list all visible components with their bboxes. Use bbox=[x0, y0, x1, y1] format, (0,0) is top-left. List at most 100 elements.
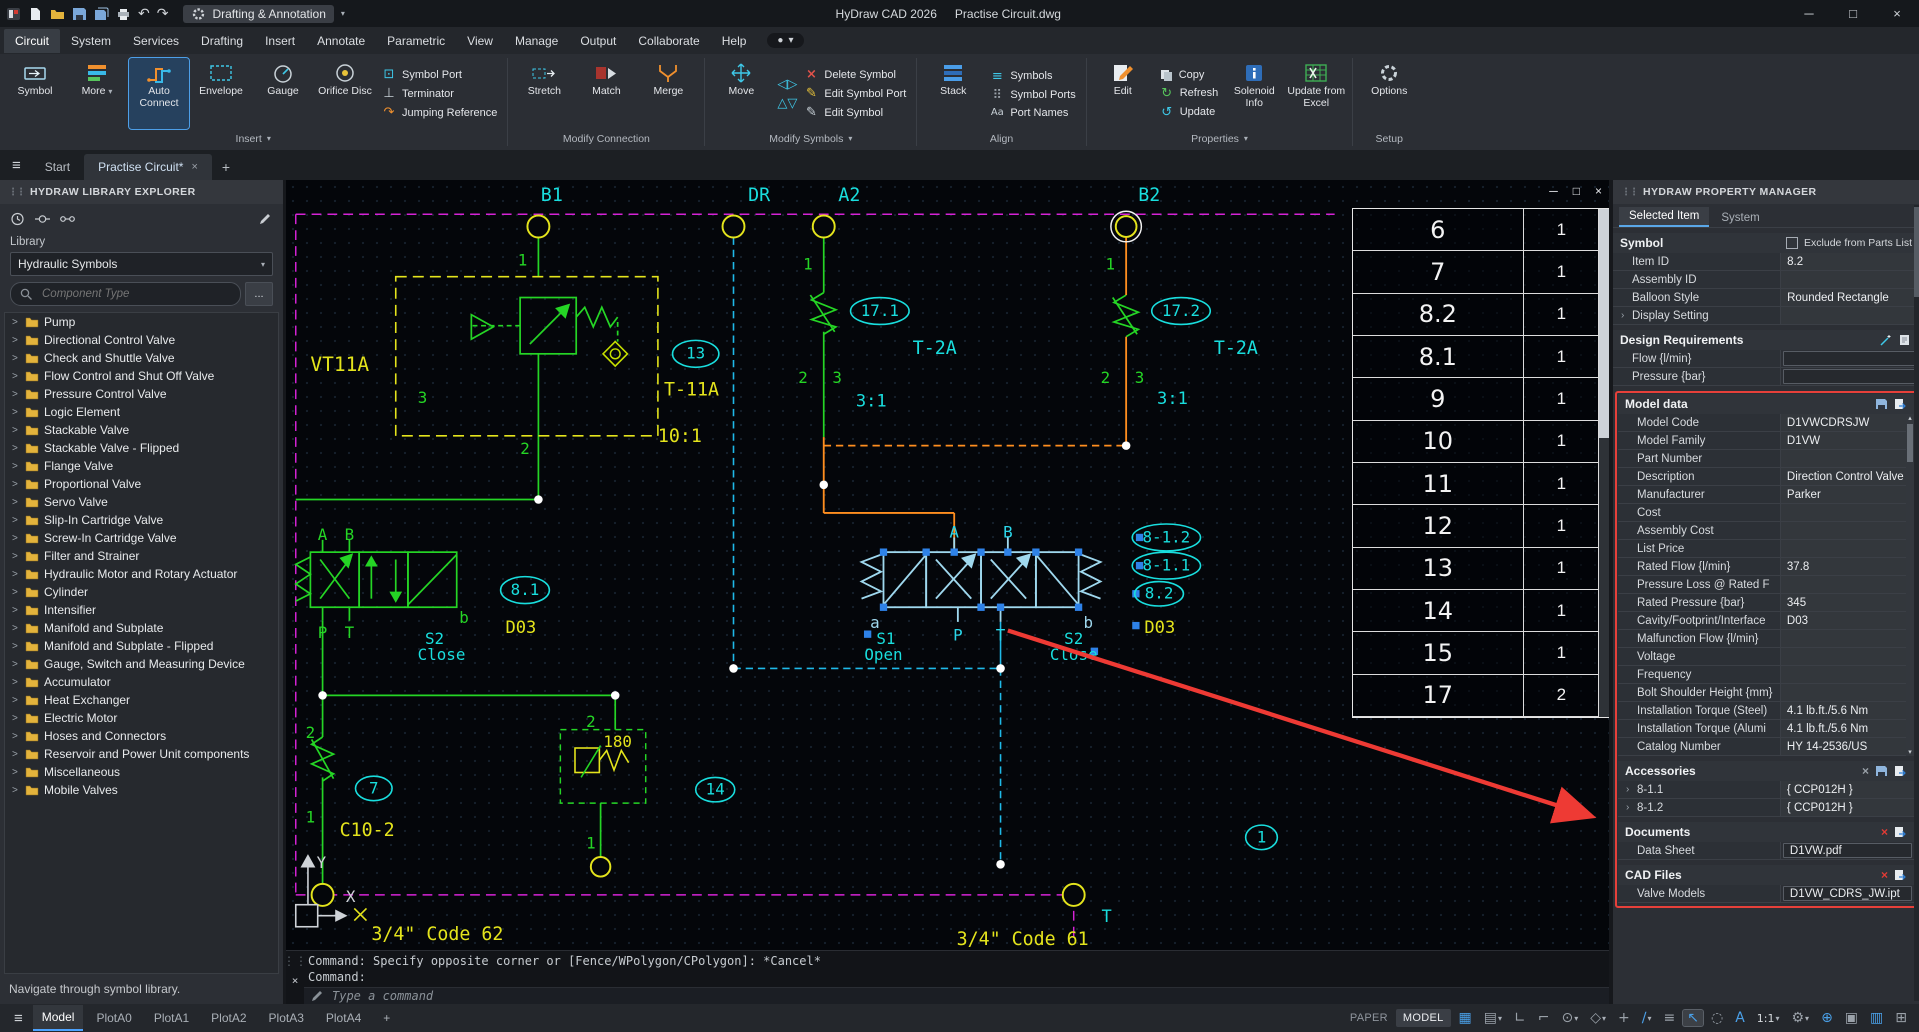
expand-chevron-icon[interactable]: > bbox=[12, 605, 20, 616]
tab-parametric[interactable]: Parametric bbox=[376, 29, 456, 53]
property-row[interactable]: ›Display Setting bbox=[1613, 307, 1919, 325]
property-value[interactable]: 4.1 lb.ft./5.6 Nm bbox=[1781, 702, 1914, 719]
stretch-button[interactable]: Stretch bbox=[514, 58, 574, 129]
remove-document-icon[interactable]: × bbox=[1881, 825, 1888, 839]
library-explorer-header[interactable]: ⋮⋮ HYDRAW LIBRARY EXPLORER bbox=[0, 180, 283, 204]
orifice-disc-button[interactable]: Orifice Disc bbox=[315, 58, 375, 129]
property-value[interactable] bbox=[1781, 540, 1914, 557]
expand-chevron-icon[interactable]: > bbox=[12, 407, 20, 418]
infer-constraints-icon[interactable]: ∟ bbox=[1510, 1010, 1530, 1026]
drawing-canvas[interactable]: B1 DR A2 B2 1 1 1 3 2 VT11A T-11A 10:1 1… bbox=[286, 180, 1609, 950]
terminator-button[interactable]: ⊥Terminator bbox=[377, 85, 501, 102]
layout-tab-plota1[interactable]: PlotA1 bbox=[145, 1006, 198, 1030]
annotation-scale-label[interactable]: 1:1▾ bbox=[1753, 1012, 1784, 1025]
component-search-box[interactable] bbox=[10, 282, 241, 306]
property-row[interactable]: Cavity/Footprint/Interface D03 bbox=[1618, 612, 1914, 630]
accessory-model[interactable]: { CCP012H } bbox=[1781, 799, 1914, 816]
parts-table-row[interactable]: 8.1 1 bbox=[1353, 336, 1609, 378]
expand-chevron-icon[interactable]: > bbox=[12, 317, 20, 328]
expand-chevron-icon[interactable]: > bbox=[12, 335, 20, 346]
polar-tracking-icon[interactable]: ⊙▾ bbox=[1557, 1010, 1582, 1026]
expand-chevron-icon[interactable]: > bbox=[12, 515, 20, 526]
property-value[interactable]: 4.1 lb.ft./5.6 Nm bbox=[1781, 720, 1914, 737]
property-value[interactable]: D1VWCDRSJW bbox=[1781, 414, 1914, 431]
table-restore-icon[interactable]: □ bbox=[1573, 184, 1580, 198]
library-tree-item[interactable]: > Pump bbox=[5, 313, 278, 331]
property-value[interactable] bbox=[1781, 666, 1914, 683]
expand-chevron-icon[interactable]: > bbox=[12, 461, 20, 472]
group-label-properties[interactable]: Properties▾ bbox=[1088, 129, 1352, 150]
quick-properties-icon[interactable]: ▥ bbox=[1866, 1010, 1887, 1026]
expand-chevron-icon[interactable]: > bbox=[12, 623, 20, 634]
library-select[interactable]: Hydraulic Symbols ▾ bbox=[10, 252, 273, 276]
expand-chevron-icon[interactable]: > bbox=[12, 569, 20, 580]
export-accessories-icon[interactable] bbox=[1894, 765, 1907, 777]
property-value[interactable]: 8.2 bbox=[1781, 253, 1919, 270]
property-value[interactable] bbox=[1781, 450, 1914, 467]
workspace-switcher[interactable]: Drafting & Annotation bbox=[183, 5, 333, 23]
undo-icon[interactable]: ↶ bbox=[138, 5, 150, 22]
cad-file-row[interactable]: Valve Models D1VW_CDRS_JW.ipt bbox=[1618, 885, 1914, 903]
tab-system[interactable]: System bbox=[60, 29, 122, 53]
merge-button[interactable]: Merge bbox=[638, 58, 698, 129]
library-tree-item[interactable]: > Filter and Strainer bbox=[5, 547, 278, 565]
library-tree-item[interactable]: > Gauge, Switch and Measuring Device bbox=[5, 655, 278, 673]
snap-mode-icon[interactable]: ▤▾ bbox=[1480, 1010, 1506, 1026]
library-tree-item[interactable]: > Hydraulic Motor and Rotary Actuator bbox=[5, 565, 278, 583]
export-model-icon[interactable] bbox=[1894, 398, 1907, 410]
library-tree-item[interactable]: > Slip-In Cartridge Valve bbox=[5, 511, 278, 529]
library-tree-item[interactable]: > Mobile Valves bbox=[5, 781, 278, 799]
open-folder-icon[interactable] bbox=[50, 7, 65, 21]
search-options-button[interactable]: ... bbox=[245, 282, 273, 306]
save-model-icon[interactable] bbox=[1875, 398, 1888, 410]
library-tree-item[interactable]: > Stackable Valve - Flipped bbox=[5, 439, 278, 457]
group-label-modify-symbols[interactable]: Modify Symbols▾ bbox=[706, 129, 915, 150]
doc-tab-close-icon[interactable]: × bbox=[191, 161, 197, 173]
tab-insert[interactable]: Insert bbox=[254, 29, 306, 53]
library-tree-item[interactable]: > Manifold and Subplate bbox=[5, 619, 278, 637]
table-minimize-icon[interactable]: ─ bbox=[1549, 184, 1558, 198]
tab-annotate[interactable]: Annotate bbox=[306, 29, 376, 53]
property-row[interactable]: List Price bbox=[1618, 540, 1914, 558]
save-all-icon[interactable] bbox=[94, 7, 109, 21]
expand-chevron-icon[interactable]: > bbox=[12, 389, 20, 400]
property-manager-header[interactable]: ⋮⋮ HYDRAW PROPERTY MANAGER bbox=[1613, 180, 1919, 204]
minimize-button[interactable]: ─ bbox=[1787, 0, 1831, 27]
accessory-row[interactable]: ›8-1.1 { CCP012H } bbox=[1618, 781, 1914, 799]
units-icon[interactable]: ▣ bbox=[1841, 1010, 1862, 1026]
library-tree-item[interactable]: > Accumulator bbox=[5, 673, 278, 691]
property-row[interactable]: Pressure Loss @ Rated F bbox=[1618, 576, 1914, 594]
grid-display-icon[interactable]: ▦ bbox=[1455, 1010, 1476, 1026]
edit-symbol-button[interactable]: ✎Edit Symbol bbox=[799, 104, 910, 121]
object-snap-icon[interactable]: ∕▾ bbox=[1638, 1010, 1656, 1026]
property-value[interactable]: 37.8 bbox=[1781, 558, 1914, 575]
command-grip[interactable]: ⋮⋮ × bbox=[286, 951, 304, 1004]
auto-connect-button[interactable]: Auto Connect bbox=[129, 58, 189, 129]
parts-table-row[interactable]: 11 1 bbox=[1353, 463, 1609, 505]
paper-space-toggle[interactable]: PAPER bbox=[1350, 1012, 1388, 1024]
tab-output[interactable]: Output bbox=[569, 29, 627, 53]
property-value[interactable] bbox=[1781, 271, 1919, 288]
property-row[interactable]: Installation Torque (Steel) 4.1 lb.ft./5… bbox=[1618, 702, 1914, 720]
doc-tab-start[interactable]: Start bbox=[31, 154, 84, 180]
library-tree-item[interactable]: > Logic Element bbox=[5, 403, 278, 421]
parts-table-row[interactable]: 7 1 bbox=[1353, 251, 1609, 293]
property-row[interactable]: Voltage bbox=[1618, 648, 1914, 666]
symbol-port-button[interactable]: ⊡Symbol Port bbox=[377, 66, 501, 83]
parts-table-row[interactable]: 8.2 1 bbox=[1353, 294, 1609, 336]
port-connector-icon[interactable] bbox=[60, 212, 75, 226]
component-type-input[interactable] bbox=[40, 287, 232, 301]
remove-accessory-icon[interactable]: × bbox=[1862, 764, 1869, 778]
expand-chevron-icon[interactable]: > bbox=[12, 731, 20, 742]
parts-table-row[interactable]: 6 1 bbox=[1353, 209, 1609, 251]
property-row[interactable]: Malfunction Flow {l/min} bbox=[1618, 630, 1914, 648]
wand-icon[interactable] bbox=[1880, 334, 1893, 346]
property-row[interactable]: Frequency bbox=[1618, 666, 1914, 684]
match-button[interactable]: Match bbox=[576, 58, 636, 129]
property-row[interactable]: Item ID 8.2 bbox=[1613, 253, 1919, 271]
tab-drafting[interactable]: Drafting bbox=[190, 29, 254, 53]
tab-manage[interactable]: Manage bbox=[504, 29, 569, 53]
parts-table-row[interactable]: 15 1 bbox=[1353, 632, 1609, 674]
panel-scrollbar[interactable] bbox=[1914, 205, 1919, 1001]
library-tree-item[interactable]: > Stackable Valve bbox=[5, 421, 278, 439]
